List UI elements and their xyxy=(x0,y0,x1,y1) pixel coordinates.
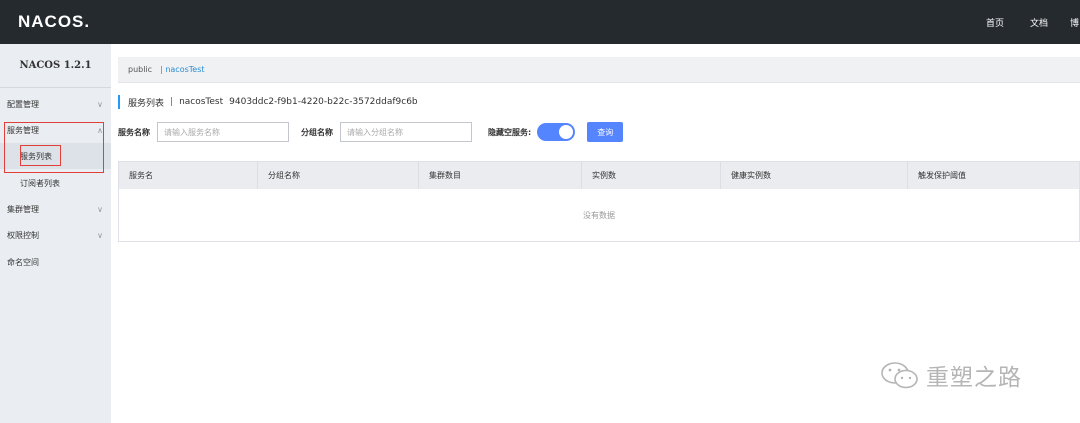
namespace-bar: public | nacosTest xyxy=(118,57,1080,83)
sidebar-item-label: 配置管理 xyxy=(7,99,39,109)
nav-home-link[interactable]: 首页 xyxy=(986,16,1004,29)
sidebar-item-service-list[interactable]: 服务列表 xyxy=(0,143,111,169)
hide-empty-label: 隐藏空服务: xyxy=(488,127,532,137)
top-nav-links: 首页 文档 博 xyxy=(960,0,1080,44)
table-header: 服务名 分组名称 集群数目 实例数 健康实例数 触发保护阈值 xyxy=(119,162,1079,189)
sidebar-item-service-management[interactable]: 服务管理 ∧ xyxy=(0,117,111,143)
page-title-text: 服务列表 xyxy=(128,98,165,109)
sidebar-item-config-management[interactable]: 配置管理 ∨ xyxy=(0,91,111,117)
sidebar-item-namespace[interactable]: 命名空间 xyxy=(0,249,111,275)
page-title: 服务列表 | nacosTest 9403ddc2-f9b1-4220-b22c… xyxy=(118,95,418,109)
chevron-down-icon: ∨ xyxy=(97,99,103,109)
page-namespace-id: 9403ddc2-f9b1-4220-b22c-3572ddaf9c6b xyxy=(229,97,418,107)
page-namespace: nacosTest xyxy=(179,97,224,107)
sidebar-item-label: 服务列表 xyxy=(20,151,52,161)
column-header-instance-count[interactable]: 实例数 xyxy=(582,162,721,189)
sidebar-item-label: 订阅者列表 xyxy=(20,178,60,188)
toggle-knob xyxy=(559,125,574,139)
group-name-input[interactable]: 请输入分组名称 xyxy=(340,122,472,142)
chevron-down-icon: ∨ xyxy=(97,230,103,240)
column-header-group-name[interactable]: 分组名称 xyxy=(258,162,419,189)
sidebar-item-label: 权限控制 xyxy=(7,230,39,240)
nacos-logo[interactable]: NACOS. xyxy=(18,12,90,32)
filter-bar: 服务名称 请输入服务名称 分组名称 请输入分组名称 隐藏空服务: 查询 xyxy=(118,122,624,142)
nav-blog-link[interactable]: 博 xyxy=(1070,16,1080,29)
sidebar: NACOS 1.2.1 配置管理 ∨ 服务管理 ∧ 服务列表 订阅者列表 集群管… xyxy=(0,44,111,423)
group-name-label: 分组名称 xyxy=(301,127,333,137)
column-header-cluster-count[interactable]: 集群数目 xyxy=(419,162,582,189)
version-label: NACOS 1.2.1 xyxy=(0,44,111,88)
service-name-label: 服务名称 xyxy=(118,127,150,137)
column-header-healthy-instance-count[interactable]: 健康实例数 xyxy=(721,162,908,189)
sidebar-item-label: 服务管理 xyxy=(7,125,39,135)
namespace-public[interactable]: public xyxy=(128,65,152,74)
chevron-up-icon: ∧ xyxy=(97,125,103,135)
namespace-selected[interactable]: | nacosTest xyxy=(160,65,204,74)
sidebar-item-cluster-management[interactable]: 集群管理 ∨ xyxy=(0,196,111,222)
service-name-input[interactable]: 请输入服务名称 xyxy=(157,122,289,142)
table-empty-state: 没有数据 xyxy=(583,210,615,220)
sidebar-item-label: 集群管理 xyxy=(7,204,39,214)
top-navigation-bar: NACOS. 首页 文档 博 xyxy=(0,0,1080,44)
column-header-service-name[interactable]: 服务名 xyxy=(119,162,258,189)
query-button[interactable]: 查询 xyxy=(587,122,624,142)
wechat-icon xyxy=(881,362,918,389)
nav-docs-link[interactable]: 文档 xyxy=(1030,16,1048,29)
sidebar-item-subscriber-list[interactable]: 订阅者列表 xyxy=(0,170,111,196)
title-separator: | xyxy=(170,97,174,107)
column-header-protect-threshold[interactable]: 触发保护阈值 xyxy=(908,162,1079,189)
hide-empty-toggle[interactable] xyxy=(537,123,576,141)
service-table: 服务名 分组名称 集群数目 实例数 健康实例数 触发保护阈值 没有数据 xyxy=(118,161,1080,242)
chevron-down-icon: ∨ xyxy=(97,204,103,214)
watermark: 重塑之路 xyxy=(880,358,1022,392)
sidebar-item-label: 命名空间 xyxy=(7,257,39,267)
watermark-text: 重塑之路 xyxy=(926,365,1022,391)
sidebar-item-access-control[interactable]: 权限控制 ∨ xyxy=(0,222,111,248)
